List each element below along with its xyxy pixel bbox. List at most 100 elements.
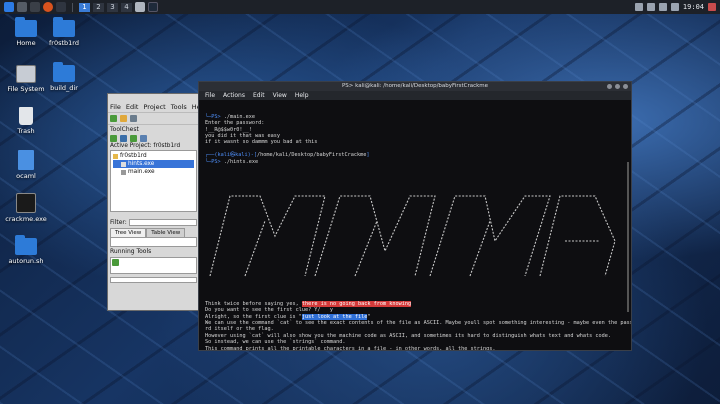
terminal-scrollbar[interactable] (627, 162, 629, 312)
file-manager-icon[interactable] (30, 2, 40, 12)
terminal-title: PS> kali@kali: /home/kali/Desktop/babyFi… (341, 83, 489, 89)
file-icon (18, 150, 34, 170)
tab-table-view[interactable]: Table View (146, 228, 186, 237)
tool-icon[interactable] (120, 135, 127, 142)
show-desktop-icon[interactable] (17, 2, 27, 12)
workspace-1[interactable]: 1 (79, 2, 90, 12)
workspace-3[interactable]: 3 (107, 2, 118, 12)
tree-item-project[interactable]: fr0stb1rd (113, 152, 194, 160)
toolchest-tool-icons (108, 134, 199, 143)
menu-help[interactable]: Help (295, 91, 309, 100)
terminal-titlebar[interactable]: PS> kali@kali: /home/kali/Desktop/babyFi… (199, 82, 631, 91)
desktop-icon-label: Trash (17, 127, 35, 135)
terminal-text: Do you want to see the first clue? Y/ y (205, 307, 334, 314)
tree-item-label: main.exe (128, 169, 155, 175)
firefox-icon[interactable] (43, 2, 53, 12)
ascii-art-banner (205, 181, 625, 285)
kali-menu-icon[interactable] (4, 2, 14, 12)
top-panel: 1 2 3 4 19:04 (0, 0, 720, 14)
folder-icon (15, 235, 37, 255)
close-icon[interactable] (623, 84, 628, 89)
terminal-text: ┌──(kali㉿kali)-[ (205, 152, 258, 159)
terminal-text: └─PS> (205, 113, 224, 120)
desktop-icon-label: autorun.sh (8, 257, 44, 265)
terminal-text: └─PS> (205, 158, 224, 165)
terminal-text: ./hints.exe (223, 158, 259, 165)
menu-file[interactable]: File (110, 103, 121, 111)
folder-icon (53, 62, 75, 82)
running-tools-label: Running Tools (110, 248, 152, 255)
tab-tree-view[interactable]: Tree View (110, 228, 147, 237)
panel-separator (72, 2, 73, 12)
terminal-lines-top: └─PS> ./main.exe Enter the password: !__R@… (205, 114, 625, 165)
terminal-menubar: File Actions Edit View Help (199, 91, 631, 100)
tree-item-main[interactable]: main.exe (113, 168, 194, 176)
desktop-icon-autorun[interactable]: autorun.sh (0, 235, 52, 265)
terminal-text: rd itself or the flag. (205, 326, 274, 333)
menu-view[interactable]: View (273, 91, 287, 100)
terminal-output[interactable]: └─PS> ./main.exe Enter the password: !__R@… (199, 100, 631, 350)
toolchest-menubar: File Edit Project Tools Help (108, 102, 207, 113)
filter-input[interactable] (128, 219, 197, 226)
desktop-icon-ocaml[interactable]: ocaml (0, 150, 52, 180)
tool-icon[interactable] (140, 135, 147, 142)
terminal-text: just look at the file (301, 313, 368, 320)
menu-project[interactable]: Project (143, 103, 165, 111)
desktop-icon-label: crackme.exe (5, 215, 47, 223)
minimize-icon[interactable] (607, 84, 612, 89)
terminal-text: Think twice before saying yes, (205, 300, 302, 307)
maximize-icon[interactable] (615, 84, 620, 89)
battery-icon[interactable] (670, 3, 679, 11)
desktop-icon-fr0stb1rd[interactable]: fr0stb1rd (38, 17, 90, 47)
terminal-text: !__R@$$w0r0!__! (205, 126, 252, 133)
network-icon[interactable] (634, 3, 643, 11)
notification-icon[interactable] (658, 3, 667, 11)
desktop-icon-crackme[interactable]: crackme.exe (0, 193, 52, 223)
tool-icon[interactable] (130, 135, 137, 142)
toolchest-toolbar (108, 113, 199, 125)
desktop-icon-trash[interactable]: Trash (0, 107, 52, 135)
trash-icon (19, 107, 33, 125)
system-tray: 19:04 (634, 3, 716, 11)
tree-item-label: hints.exe (128, 161, 155, 167)
desktop-icon-label: build_dir (50, 84, 78, 92)
active-project-label: Active Project: (110, 143, 152, 149)
terminal-lines-bottom: Think twice before saying yes, there is … (205, 300, 631, 350)
menu-edit[interactable]: Edit (253, 91, 265, 100)
terminal-text: Enter the password: (205, 120, 265, 127)
desktop-icon-label: ocaml (16, 172, 36, 180)
workspace-4[interactable]: 4 (121, 2, 132, 12)
terminal-line: This command prints all the printable ch… (205, 346, 625, 350)
folder-icon (113, 153, 118, 159)
ascii-art-graphic (209, 195, 616, 277)
power-icon[interactable] (708, 3, 716, 11)
terminal-icon[interactable] (56, 2, 66, 12)
menu-tools[interactable]: Tools (171, 103, 187, 111)
folder-icon (15, 17, 37, 37)
terminal-text: if it wasnt so dammm you bad at this (205, 139, 318, 146)
open-project-icon[interactable] (120, 115, 127, 122)
save-icon[interactable] (130, 115, 137, 122)
workspace-2[interactable]: 2 (93, 2, 104, 12)
volume-icon[interactable] (646, 3, 655, 11)
menu-actions[interactable]: Actions (223, 91, 245, 100)
terminal-text: However using `cat` will also show you t… (205, 332, 612, 339)
new-project-icon[interactable] (110, 115, 117, 122)
active-project: Active Project: fr0stb1rd (108, 143, 199, 149)
taskbar-terminal-icon[interactable] (148, 2, 158, 12)
desktop-icon-build-dir[interactable]: build_dir (38, 62, 90, 92)
terminal-window: PS> kali@kali: /home/kali/Desktop/babyFi… (198, 81, 632, 351)
desktop-icon-label: fr0stb1rd (49, 39, 79, 47)
toolchest-titlebar[interactable] (108, 94, 199, 102)
menu-file[interactable]: File (205, 91, 215, 100)
terminal-text: So instead, we can use the `strings` com… (205, 339, 346, 346)
dragon-running-icon[interactable] (112, 259, 119, 266)
terminal-text: ./main.exe (223, 113, 255, 120)
menu-edit[interactable]: Edit (126, 103, 139, 111)
clock[interactable]: 19:04 (683, 3, 704, 11)
terminal-text: " (367, 313, 371, 320)
dragon-tool-icon[interactable] (110, 135, 117, 142)
taskbar-app-icon[interactable] (135, 2, 145, 12)
tree-item-hints[interactable]: hints.exe (113, 160, 194, 168)
view-tabs: Tree View Table View (110, 228, 197, 238)
